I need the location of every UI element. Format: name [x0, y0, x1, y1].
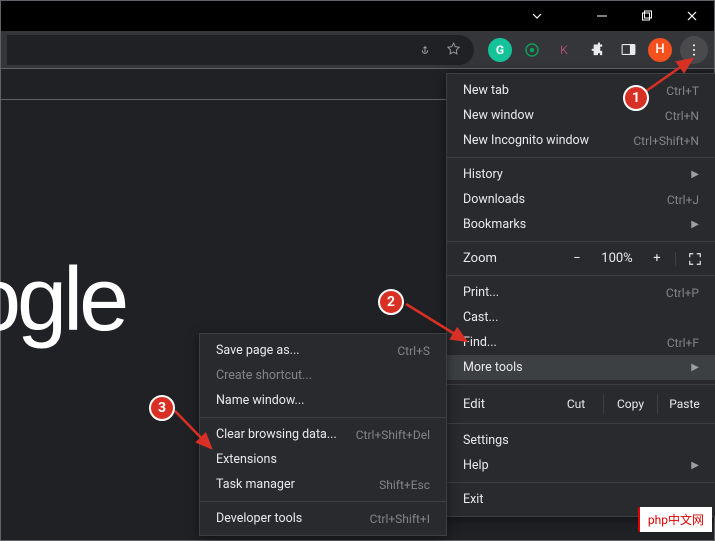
menu-label: New tab — [463, 83, 509, 98]
cut-button[interactable]: Cut — [549, 394, 603, 414]
menu-label: Settings — [463, 433, 509, 448]
omnibox[interactable] — [7, 35, 474, 65]
chrome-main-menu: New tab Ctrl+T New window Ctrl+N New Incog… — [446, 73, 715, 517]
menu-divider — [447, 275, 715, 276]
profile-avatar[interactable]: H — [648, 38, 672, 62]
shortcut: Ctrl+N — [665, 109, 699, 123]
shortcut: Ctrl+P — [666, 286, 699, 300]
menu-label: Clear browsing data... — [216, 427, 337, 442]
zoom-value: 100% — [595, 251, 639, 266]
google-logo-fragment: ogle — [0, 249, 125, 352]
menu-help[interactable]: Help ▶ — [447, 453, 715, 478]
submenu-arrow-icon: ▶ — [691, 169, 699, 180]
annotation-badge-3: 3 — [149, 395, 175, 421]
zoom-label: Zoom — [463, 251, 559, 266]
menu-label: Bookmarks — [463, 217, 526, 232]
window-titlebar — [1, 1, 714, 31]
menu-label: Name window... — [216, 393, 304, 408]
extension-green-icon[interactable] — [520, 38, 544, 62]
minimize-button[interactable] — [579, 1, 624, 31]
menu-new-tab[interactable]: New tab Ctrl+T — [447, 78, 715, 103]
menu-label: Cast... — [463, 310, 498, 325]
side-panel-icon[interactable] — [616, 38, 640, 62]
copy-button[interactable]: Copy — [603, 394, 657, 414]
share-icon[interactable] — [416, 41, 434, 59]
edit-label: Edit — [463, 397, 549, 412]
menu-print[interactable]: Print... Ctrl+P — [447, 280, 715, 305]
zoom-out-button[interactable]: − — [559, 251, 595, 266]
submenu-arrow-icon: ▶ — [691, 362, 699, 373]
menu-label: Developer tools — [216, 511, 302, 526]
fullscreen-button[interactable] — [675, 252, 705, 266]
menu-label: New window — [463, 108, 534, 123]
menu-label: Find... — [463, 335, 497, 350]
shortcut: Ctrl+Shift+Del — [356, 428, 430, 442]
menu-incognito[interactable]: New Incognito window Ctrl+Shift+N — [447, 128, 715, 153]
menu-label: Print... — [463, 285, 499, 300]
menu-label: Create shortcut... — [216, 368, 312, 383]
menu-history[interactable]: History ▶ — [447, 162, 715, 187]
menu-label: Save page as... — [216, 343, 300, 358]
menu-divider — [200, 417, 446, 418]
customize-menu-button[interactable] — [680, 36, 708, 64]
submenu-task-manager[interactable]: Task manager Shift+Esc — [200, 472, 446, 497]
shortcut: Ctrl+Shift+N — [633, 134, 699, 148]
menu-cast[interactable]: Cast... — [447, 305, 715, 330]
extensions-puzzle-icon[interactable] — [584, 38, 608, 62]
annotation-badge-2: 2 — [378, 289, 404, 315]
browser-toolbar: G K H — [1, 31, 714, 69]
menu-divider — [447, 423, 715, 424]
menu-zoom: Zoom − 100% + — [447, 246, 715, 271]
extension-k-icon[interactable]: K — [552, 38, 576, 62]
shortcut: Ctrl+S — [397, 344, 430, 358]
menu-divider — [200, 501, 446, 502]
menu-more-tools[interactable]: More tools ▶ — [447, 355, 715, 380]
submenu-create-shortcut: Create shortcut... — [200, 363, 446, 388]
submenu-save-page[interactable]: Save page as... Ctrl+S — [200, 338, 446, 363]
submenu-developer-tools[interactable]: Developer tools Ctrl+Shift+I — [200, 506, 446, 531]
menu-settings[interactable]: Settings — [447, 428, 715, 453]
star-icon[interactable] — [444, 41, 462, 59]
caret-down-icon[interactable] — [514, 1, 559, 31]
menu-divider — [447, 157, 715, 158]
submenu-arrow-icon: ▶ — [691, 219, 699, 230]
shortcut: Shift+Esc — [379, 478, 430, 492]
menu-bookmarks[interactable]: Bookmarks ▶ — [447, 212, 715, 237]
menu-label: Help — [463, 458, 489, 473]
submenu-clear-browsing-data[interactable]: Clear browsing data... Ctrl+Shift+Del — [200, 422, 446, 447]
menu-label: Downloads — [463, 192, 525, 207]
menu-downloads[interactable]: Downloads Ctrl+J — [447, 187, 715, 212]
shortcut: Ctrl+F — [667, 336, 699, 350]
menu-label: Exit — [463, 492, 483, 507]
menu-divider — [447, 384, 715, 385]
menu-label: History — [463, 167, 503, 182]
menu-label: New Incognito window — [463, 133, 589, 148]
menu-divider — [447, 482, 715, 483]
watermark: php中文网 — [638, 507, 712, 532]
maximize-button[interactable] — [624, 1, 669, 31]
submenu-arrow-icon: ▶ — [691, 460, 699, 471]
menu-find[interactable]: Find... Ctrl+F — [447, 330, 715, 355]
submenu-extensions[interactable]: Extensions — [200, 447, 446, 472]
shortcut: Ctrl+J — [667, 193, 699, 207]
menu-label: Extensions — [216, 452, 277, 467]
menu-divider — [447, 241, 715, 242]
menu-label: Task manager — [216, 477, 295, 492]
annotation-badge-1: 1 — [623, 85, 649, 111]
menu-label: More tools — [463, 360, 523, 375]
extension-grammarly-icon[interactable]: G — [488, 38, 512, 62]
menu-edit: Edit Cut Copy Paste — [447, 389, 715, 419]
paste-button[interactable]: Paste — [657, 394, 711, 414]
menu-new-window[interactable]: New window Ctrl+N — [447, 103, 715, 128]
close-button[interactable] — [669, 1, 714, 31]
shortcut: Ctrl+Shift+I — [370, 512, 430, 526]
more-tools-submenu: Save page as... Ctrl+S Create shortcut...… — [199, 333, 447, 536]
submenu-name-window[interactable]: Name window... — [200, 388, 446, 413]
separator — [1, 99, 454, 100]
zoom-in-button[interactable]: + — [639, 251, 675, 266]
shortcut: Ctrl+T — [666, 84, 699, 98]
